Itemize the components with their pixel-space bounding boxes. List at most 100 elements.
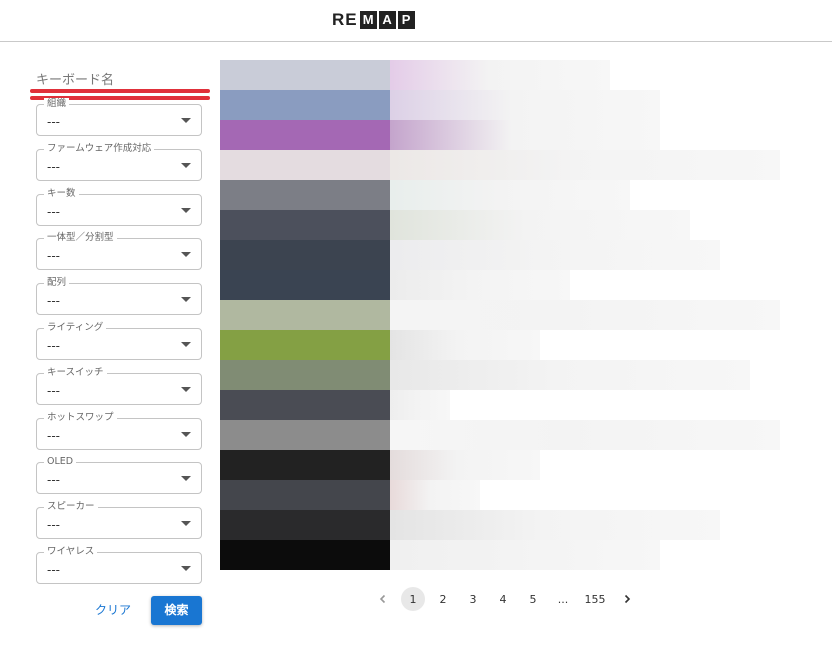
chevron-left-icon[interactable] <box>368 587 398 611</box>
result-thumbnail[interactable] <box>220 480 390 510</box>
result-thumbnail[interactable] <box>220 420 390 450</box>
result-row[interactable] <box>220 60 780 90</box>
filter-select-7[interactable]: ホットスワップ --- <box>36 411 202 450</box>
result-row[interactable] <box>220 120 780 150</box>
filter-label: ワイヤレス <box>44 546 98 558</box>
page-button-4[interactable]: 4 <box>488 587 518 611</box>
filter-label: 一体型／分割型 <box>44 232 117 245</box>
search-button[interactable]: 検索 <box>151 596 202 625</box>
result-row[interactable] <box>220 510 780 540</box>
filter-label: スピーカー <box>44 501 98 514</box>
result-text-block <box>390 360 750 390</box>
page-button-3[interactable]: 3 <box>458 587 488 611</box>
remap-logo[interactable]: RE M A P <box>332 11 415 29</box>
keyboard-name-field[interactable]: キーボード名 <box>30 62 210 100</box>
filter-label: キー数 <box>44 187 79 200</box>
result-text-block <box>390 480 480 510</box>
result-thumbnail[interactable] <box>220 240 390 270</box>
logo-plain-text: RE <box>332 10 358 29</box>
result-thumbnail[interactable] <box>220 150 390 180</box>
result-thumbnail[interactable] <box>220 120 390 150</box>
page-button-2[interactable]: 2 <box>428 587 458 611</box>
result-thumbnail[interactable] <box>220 450 390 480</box>
filter-select-5[interactable]: ライティング --- <box>36 322 202 360</box>
filter-value: --- <box>47 159 60 174</box>
caret-down-icon <box>181 386 191 392</box>
result-thumbnail[interactable] <box>220 330 390 360</box>
caret-down-icon <box>181 566 191 571</box>
result-thumbnail[interactable] <box>220 180 390 210</box>
filter-select-2[interactable]: キー数 --- <box>36 187 202 226</box>
filter-value: --- <box>47 115 60 129</box>
filter-select-6[interactable]: キースイッチ --- <box>36 366 202 405</box>
result-text-block <box>390 90 660 120</box>
results-list <box>220 52 780 580</box>
search-sidebar: キーボード名 組織 --- ファームウェア作成対応 --- キー数 --- 一体型／分割型 -… <box>0 42 215 661</box>
result-row[interactable] <box>220 420 780 450</box>
caret-down-icon <box>181 252 191 258</box>
chevron-right-icon[interactable] <box>612 587 642 611</box>
caret-down-icon <box>181 431 191 437</box>
caret-down-icon <box>181 207 191 213</box>
result-thumbnail[interactable] <box>220 90 390 120</box>
result-text-block <box>390 120 660 150</box>
filter-label: ライティング <box>44 322 107 334</box>
clear-button[interactable]: クリア <box>88 598 138 622</box>
result-row[interactable] <box>220 450 780 480</box>
result-row[interactable] <box>220 270 780 300</box>
filter-value: --- <box>47 204 60 219</box>
result-row[interactable] <box>220 540 780 570</box>
pagination: 1 2 3 4 5 ... 155 <box>368 587 642 611</box>
result-row[interactable] <box>220 240 780 270</box>
app-root: RE M A P キーボード名 組織 --- ファームウェア作成対応 --- キー数 --… <box>0 0 832 661</box>
result-thumbnail[interactable] <box>220 390 390 420</box>
logo-boxed-text: M A P <box>358 11 415 29</box>
header: RE M A P <box>0 0 832 42</box>
filter-value: --- <box>47 339 60 353</box>
result-row[interactable] <box>220 150 780 180</box>
filter-select-8[interactable]: OLED --- <box>36 456 202 495</box>
result-thumbnail[interactable] <box>220 270 390 300</box>
result-row[interactable] <box>220 330 780 360</box>
filter-select-0[interactable]: 組織 --- <box>36 98 202 136</box>
result-text-block <box>390 210 690 240</box>
result-thumbnail[interactable] <box>220 540 390 570</box>
result-text-block <box>390 180 630 210</box>
filter-select-3[interactable]: 一体型／分割型 --- <box>36 232 202 271</box>
result-row[interactable] <box>220 480 780 510</box>
logo-letter-m: M <box>359 11 377 29</box>
filter-label: ホットスワップ <box>44 411 117 424</box>
result-row[interactable] <box>220 90 780 120</box>
result-thumbnail[interactable] <box>220 210 390 240</box>
result-row[interactable] <box>220 390 780 420</box>
filter-select-9[interactable]: スピーカー --- <box>36 501 202 540</box>
filter-value: --- <box>47 383 60 398</box>
filter-value: --- <box>47 473 60 488</box>
logo-letter-a: A <box>378 11 396 29</box>
result-text-block <box>390 270 570 300</box>
filter-label: 組織 <box>44 98 70 110</box>
result-thumbnail[interactable] <box>220 360 390 390</box>
result-thumbnail[interactable] <box>220 510 390 540</box>
result-row[interactable] <box>220 180 780 210</box>
keyboard-name-label: キーボード名 <box>36 73 115 88</box>
filter-select-1[interactable]: ファームウェア作成対応 --- <box>36 142 202 181</box>
caret-down-icon <box>181 162 191 168</box>
page-button-1[interactable]: 1 <box>401 587 425 611</box>
result-row[interactable] <box>220 300 780 330</box>
result-thumbnail[interactable] <box>220 60 390 90</box>
page-button-5[interactable]: 5 <box>518 587 548 611</box>
filter-select-4[interactable]: 配列 --- <box>36 277 202 316</box>
result-row[interactable] <box>220 210 780 240</box>
result-row[interactable] <box>220 360 780 390</box>
page-button-155[interactable]: 155 <box>578 587 612 611</box>
caret-down-icon <box>181 297 191 303</box>
result-text-block <box>390 150 780 180</box>
result-text-block <box>390 450 540 480</box>
caret-down-icon <box>181 342 191 347</box>
filter-select-10[interactable]: ワイヤレス --- <box>36 546 202 584</box>
result-text-block <box>390 540 660 570</box>
result-thumbnail[interactable] <box>220 300 390 330</box>
filter-label: キースイッチ <box>44 366 107 379</box>
logo-letter-p: P <box>397 11 415 29</box>
